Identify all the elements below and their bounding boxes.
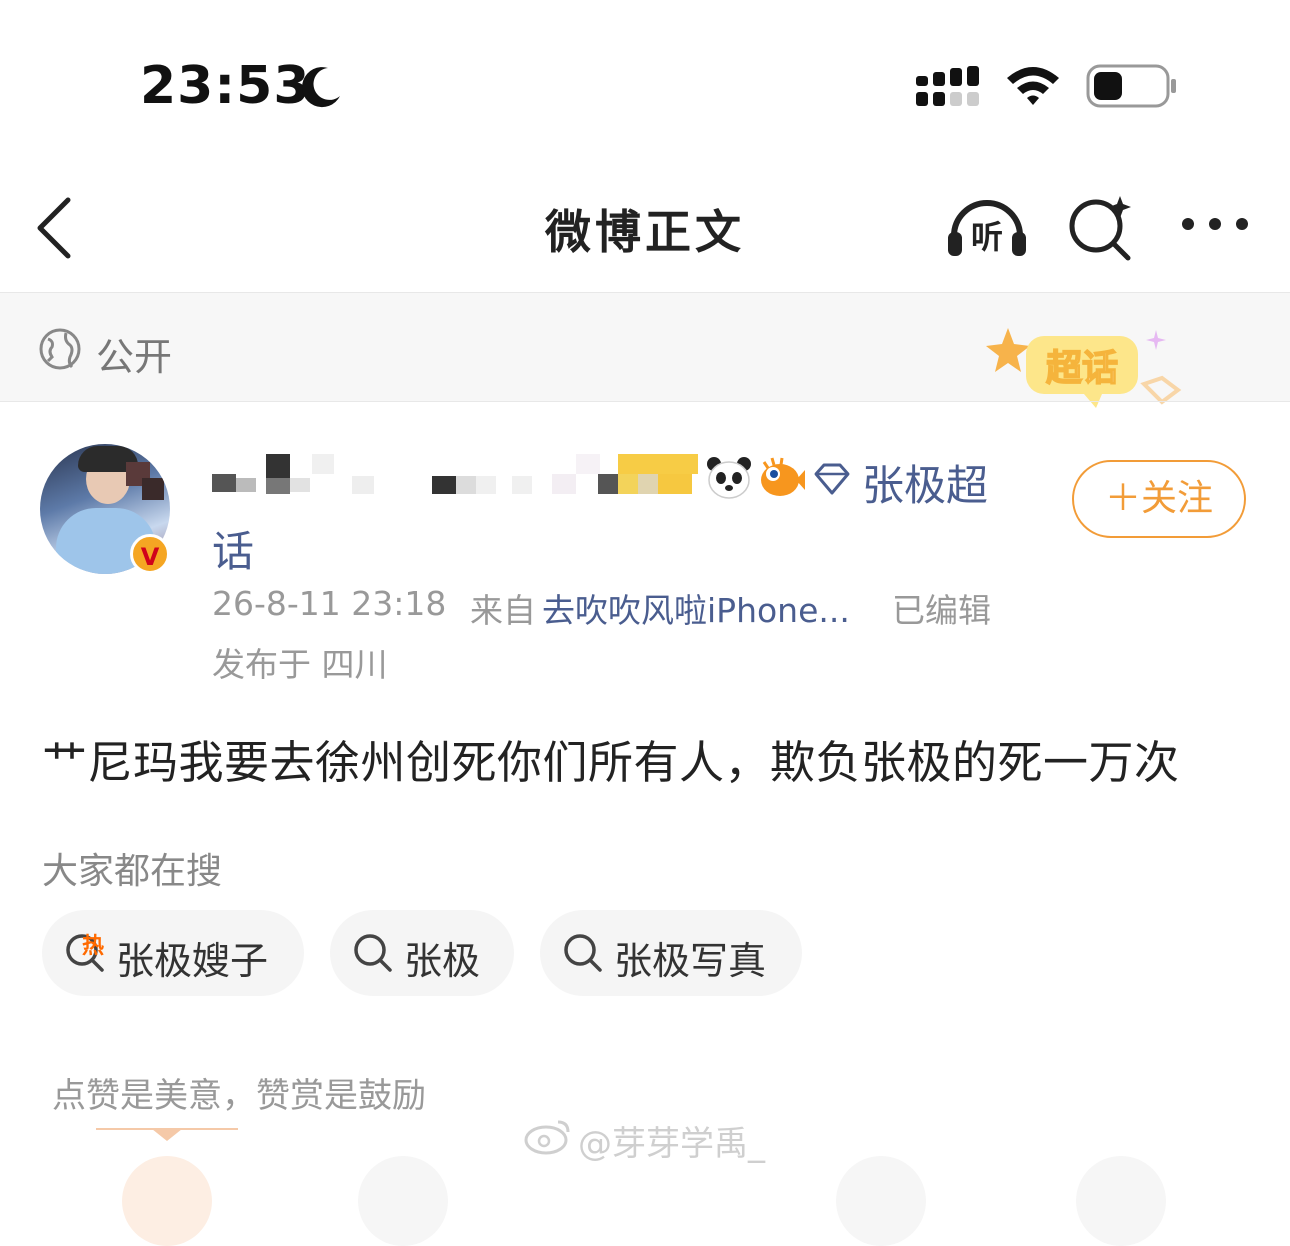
panda-icon	[706, 456, 752, 504]
search-chip-label: 张极嫂子	[116, 939, 269, 983]
supertopic-badge-label: 超话	[1046, 348, 1118, 389]
visibility-label: 公开	[96, 335, 173, 379]
search-chip-label: 张极	[404, 939, 481, 983]
post-timestamp: 26-8-11 23:18	[212, 584, 447, 623]
action-button[interactable]	[836, 1156, 926, 1246]
moon-icon	[298, 64, 344, 114]
search-icon	[562, 932, 604, 978]
search-icon	[352, 932, 394, 978]
listen-button[interactable]: 听	[944, 194, 1030, 264]
status-time: 23:53	[140, 56, 311, 116]
username-redacted[interactable]	[212, 452, 702, 500]
source-client-link[interactable]: 去吹吹风啦iPhone...	[542, 584, 850, 632]
search-chip[interactable]: 张极写真	[540, 910, 802, 996]
supertopic-link-continued[interactable]: 话	[212, 518, 254, 579]
divider	[0, 401, 1290, 402]
watermark-text: @芽芽学禹_	[578, 1124, 765, 1164]
supertopic-diamond-icon	[812, 462, 852, 500]
pufferfish-icon	[758, 456, 806, 504]
search-chip[interactable]: 热 张极嫂子	[42, 910, 304, 996]
reward-prompt: 点赞是美意，赞赏是鼓励	[52, 1076, 426, 1116]
source-prefix: 来自	[470, 591, 536, 630]
edited-label[interactable]: 已编辑	[892, 584, 991, 632]
supertopic-link[interactable]: 张极超	[862, 452, 988, 513]
avatar-mosaic-block	[142, 478, 164, 500]
cellular-signal-icon	[916, 66, 982, 112]
action-button[interactable]	[358, 1156, 448, 1246]
reward-button[interactable]	[122, 1156, 212, 1246]
listen-label: 听	[971, 218, 1003, 256]
reward-pointer-icon	[152, 1128, 182, 1147]
weibo-logo-icon	[522, 1116, 574, 1160]
wifi-icon	[1004, 64, 1062, 112]
hot-badge: 热	[82, 934, 105, 959]
more-options-button[interactable]	[1180, 214, 1250, 238]
post-text: 艹尼玛我要去徐州创死你们所有人，欺负张极的死一万次	[42, 736, 1180, 789]
supertopic-badge[interactable]: 超话	[984, 322, 1184, 418]
verified-badge: V	[130, 534, 170, 574]
post-location: 发布于 四川	[212, 645, 388, 684]
search-button[interactable]	[1066, 194, 1136, 266]
action-button[interactable]	[1076, 1156, 1166, 1246]
search-chip[interactable]: 张极	[330, 910, 514, 996]
trending-searches-heading: 大家都在搜	[42, 851, 223, 892]
battery-icon	[1086, 64, 1178, 114]
globe-icon	[38, 327, 82, 375]
follow-button[interactable]: ＋关注	[1072, 460, 1246, 538]
search-chip-label: 张极写真	[614, 939, 767, 983]
